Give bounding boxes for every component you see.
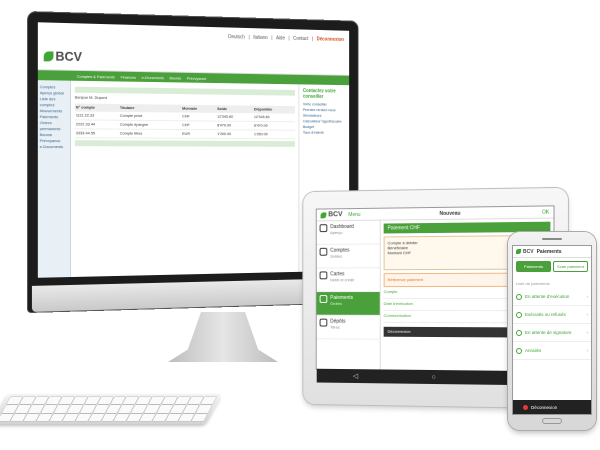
keyboard (0, 394, 222, 424)
bcv-logo[interactable]: BCV (43, 48, 82, 64)
list-item-executed[interactable]: Exécutés ou refusés › (513, 306, 591, 324)
pen-icon (516, 329, 522, 336)
desktop-sidebar: Comptes Aperçu global Liste des comptes … (37, 80, 71, 278)
right-link[interactable]: Taux d'intérêt (303, 130, 346, 136)
phone-tabs: Paiements Scan paiement (513, 258, 591, 275)
home-icon[interactable]: ○ (431, 373, 435, 380)
chevron-right-icon: › (586, 330, 589, 335)
phone-screen: BCV Paiements Paiements Scan paiement Li… (513, 246, 591, 414)
list-heading: Liste de paiements (516, 281, 550, 286)
power-icon (523, 404, 528, 410)
help-link[interactable]: Aide (276, 35, 285, 41)
sidebar-item-dashboard[interactable]: Dashboard Aperçu (316, 220, 380, 245)
chevron-right-icon: › (586, 312, 589, 317)
bcv-logo-icon (320, 211, 327, 218)
phone-device: BCV Paiements Paiements Scan paiement Li… (508, 232, 596, 430)
right-panel-title: Contactez votre conseiller (302, 88, 336, 100)
back-icon[interactable]: ◁ (353, 372, 358, 380)
check-icon (516, 311, 522, 318)
sidebar-item-payments[interactable]: Paiements Ordres (316, 292, 380, 316)
logout-link[interactable]: Déconnexion (317, 37, 344, 43)
tablet-sidebar: Dashboard Aperçu Comptes Soldes Cartes Débi… (316, 220, 381, 370)
tab-payments[interactable]: Paiements (516, 261, 551, 272)
nav-finances[interactable]: Finances (121, 74, 136, 79)
section-bar (74, 140, 295, 147)
bcv-logo-icon (516, 249, 521, 254)
home-button[interactable] (542, 418, 562, 424)
accounts-table: N° compte Titulaire Monnaie Solde Dispon… (74, 103, 295, 140)
side-item[interactable]: e-Documents (40, 144, 68, 150)
desktop-main: Bonjour M. Dupont N° compte Titulaire Mo… (71, 81, 298, 277)
monitor-stand (168, 312, 278, 362)
tab-scan[interactable]: Scan paiement (553, 261, 588, 272)
list-item-cancelled[interactable]: Annulés › (513, 342, 591, 360)
dashboard-icon (319, 224, 328, 233)
sidebar-item-deposits[interactable]: Dépôts Titres (316, 315, 380, 340)
nav-pension[interactable]: Prévoyance (187, 75, 206, 80)
side-item[interactable]: Ordres permanents (40, 120, 68, 132)
sidebar-item-accounts[interactable]: Comptes Soldes (316, 244, 380, 269)
bcv-logo-icon (43, 50, 54, 62)
deposit-icon (319, 318, 328, 327)
chevron-right-icon: › (586, 294, 589, 299)
phone-title: Paiements (536, 248, 562, 255)
phone-topbar: BCV Paiements (513, 246, 591, 258)
side-item[interactable]: Liste des comptes (40, 96, 68, 108)
chevron-right-icon: › (586, 348, 589, 353)
bcv-logo[interactable]: BCV (320, 211, 343, 218)
nav-stock[interactable]: Bourse (170, 75, 182, 80)
ok-button[interactable]: OK (542, 209, 549, 215)
bcv-logo[interactable]: BCV (516, 249, 534, 255)
nav-accounts[interactable]: Comptes & Paiements (77, 73, 115, 79)
accounts-icon (319, 247, 328, 256)
greeting: Bonjour M. Dupont (74, 94, 107, 100)
payment-icon (319, 295, 328, 303)
contact-link[interactable]: Contact (293, 36, 308, 42)
logout-button[interactable]: Déconnexion (513, 400, 591, 414)
lang-de-link[interactable]: Deutsch (228, 34, 245, 40)
phone-speaker (542, 238, 562, 240)
tablet-title: Nouveau (439, 210, 461, 217)
sidebar-item-cards[interactable]: Cartes Débit et crédit (316, 268, 380, 293)
table-row[interactable]: 3333.44.55 Compte titres EUR 1'250.00 1'… (74, 128, 295, 139)
clock-icon (516, 293, 522, 300)
list-item-signature[interactable]: En attente de signature › (513, 324, 591, 342)
close-icon (516, 347, 522, 354)
list-item-pending[interactable]: En attente d'exécution › (513, 288, 591, 306)
lang-it-link[interactable]: Italiano (253, 35, 267, 41)
nav-edocuments[interactable]: e-Documents (142, 74, 164, 79)
menu-button[interactable]: Menu (348, 211, 360, 217)
card-icon (319, 271, 328, 280)
